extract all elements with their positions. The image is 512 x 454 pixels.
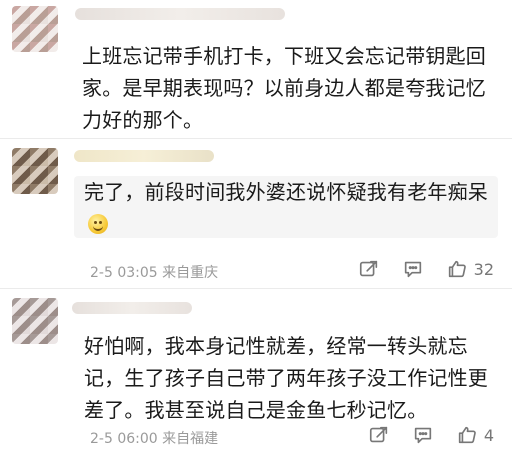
avatar[interactable]: [12, 298, 58, 344]
divider: [0, 138, 512, 139]
username-blurred[interactable]: [75, 8, 285, 20]
avatar[interactable]: [12, 148, 58, 194]
comment-text-content: 完了，前段时间我外婆还说怀疑我有老年痴呆: [84, 180, 488, 204]
comment-time: 2-5 06:00: [90, 431, 158, 447]
like-count: 32: [473, 259, 494, 279]
comment-actions: 32: [358, 258, 494, 280]
like-button[interactable]: 4: [456, 424, 494, 446]
thumbs-up-icon[interactable]: [446, 258, 468, 280]
comment-text: 完了，前段时间我外婆还说怀疑我有老年痴呆: [84, 176, 496, 240]
comment-icon[interactable]: [412, 424, 434, 446]
comment-text: 上班忘记带手机打卡，下班又会忘记带钥匙回家。是早期表现吗？以前身边人都是夸我记忆…: [82, 44, 486, 132]
smile-emoji-icon: [88, 214, 108, 234]
avatar[interactable]: [12, 6, 58, 52]
share-icon[interactable]: [358, 258, 380, 280]
comment-actions: 4: [368, 424, 494, 446]
comment-text: 好怕啊，我本身记性就差，经常一转头就忘记，生了孩子自己带了两年孩子没工作记性更差…: [84, 334, 488, 422]
thumbs-up-icon[interactable]: [456, 424, 478, 446]
comment-source: 来自福建: [162, 431, 219, 447]
comment-time: 2-5 03:05: [90, 265, 158, 281]
divider: [0, 288, 512, 289]
like-button[interactable]: 32: [446, 258, 494, 280]
like-count: 4: [483, 425, 494, 445]
comment-meta: 2-5 03:05 来自重庆: [90, 262, 218, 282]
share-icon[interactable]: [368, 424, 390, 446]
username-blurred[interactable]: [72, 302, 192, 314]
username-blurred[interactable]: [74, 150, 214, 162]
comment-source: 来自重庆: [162, 265, 219, 281]
comment-meta: 2-5 06:00 来自福建: [90, 428, 218, 448]
comment-icon[interactable]: [402, 258, 424, 280]
